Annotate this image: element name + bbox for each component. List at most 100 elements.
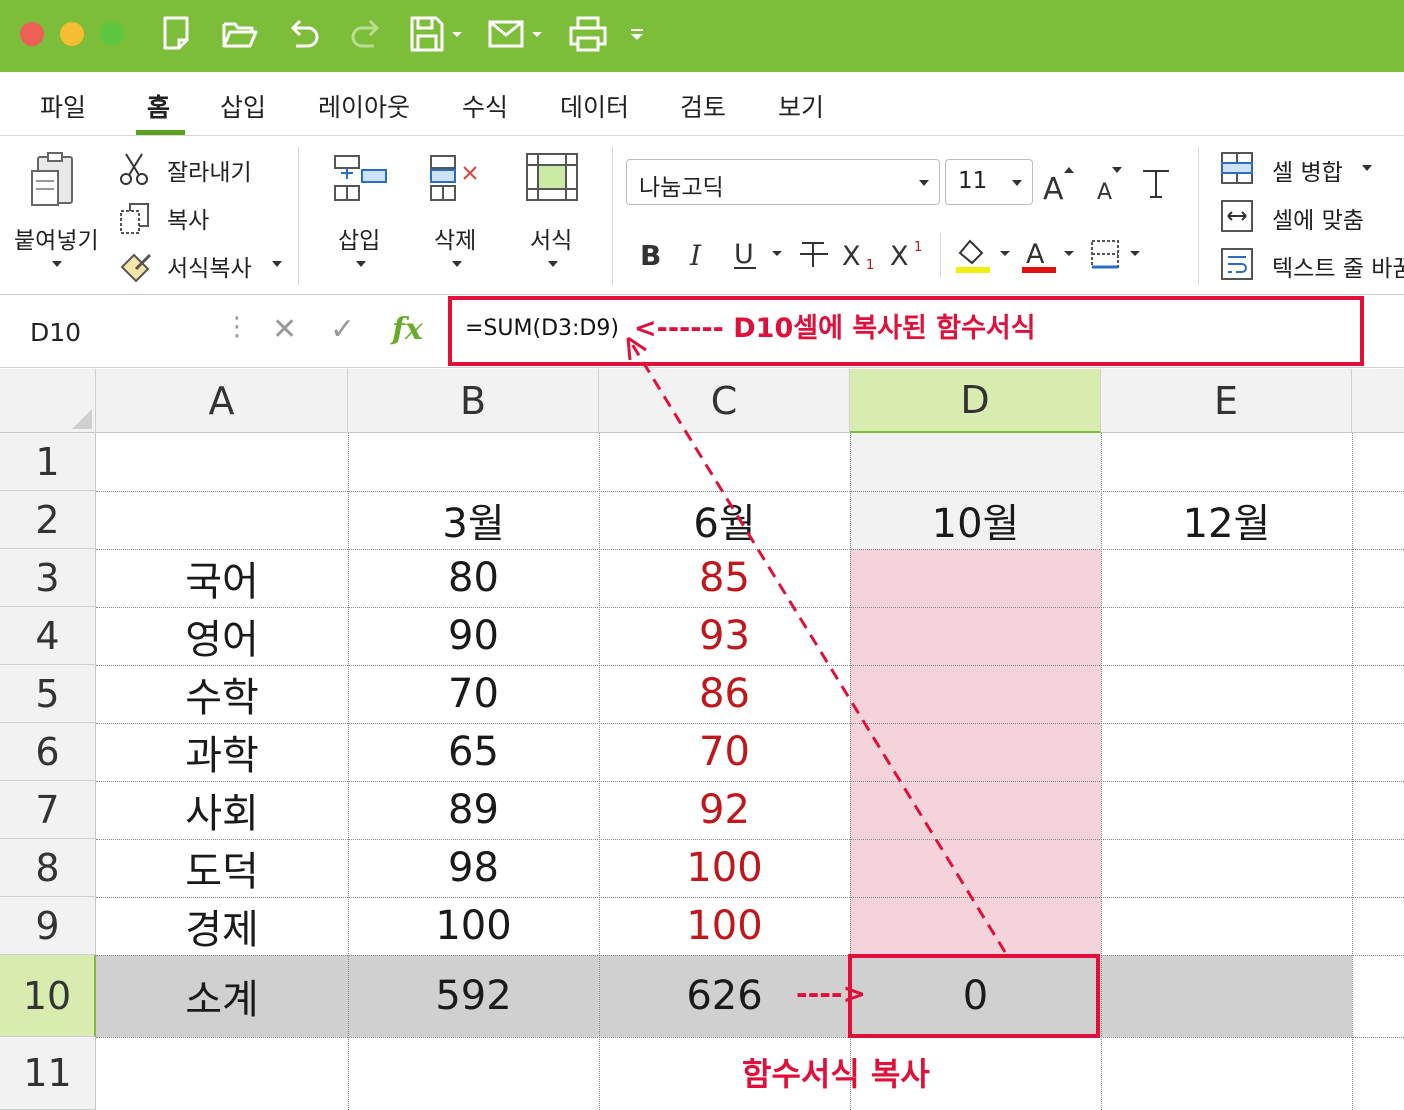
cell-a5[interactable]: 수학 (96, 665, 348, 723)
print-icon[interactable] (568, 14, 608, 54)
borders-icon[interactable] (1090, 237, 1146, 273)
row-header-2[interactable]: 2 (0, 491, 96, 549)
copy-label[interactable]: 복사 (167, 201, 209, 235)
merge-cells-icon[interactable] (1220, 151, 1254, 185)
format-label[interactable]: 서식 (530, 221, 572, 255)
cell-c4[interactable]: 93 (599, 607, 850, 665)
redo-icon[interactable] (346, 14, 386, 54)
cell-b9[interactable]: 100 (348, 897, 599, 955)
save-icon[interactable] (408, 14, 464, 54)
wrap-label[interactable]: 텍스트 줄 바꿈 (1272, 249, 1404, 283)
decrease-font-icon[interactable]: A (1094, 163, 1130, 203)
copy-icon[interactable] (118, 201, 152, 235)
cell-a3[interactable]: 국어 (96, 549, 348, 607)
undo-icon[interactable] (284, 14, 324, 54)
mail-icon[interactable] (488, 14, 548, 54)
column-header-b[interactable]: B (348, 369, 599, 433)
superscript-icon[interactable]: X1 (890, 237, 930, 271)
format-painter-label[interactable]: 서식복사 (167, 249, 252, 283)
new-document-icon[interactable] (160, 14, 196, 54)
cell-a7[interactable]: 사회 (96, 781, 348, 839)
cell-a10[interactable]: 소계 (96, 955, 348, 1037)
subscript-icon[interactable]: X1 (842, 237, 882, 271)
bold-icon[interactable]: B (638, 237, 666, 271)
more-options-icon[interactable]: ⋮ (224, 312, 250, 342)
cut-icon[interactable] (118, 151, 150, 187)
column-header-f[interactable] (1352, 369, 1404, 433)
format-painter-icon[interactable] (118, 249, 154, 283)
cell-b4[interactable]: 90 (348, 607, 599, 665)
select-all-corner[interactable] (0, 369, 96, 433)
cell-c6[interactable]: 70 (599, 723, 850, 781)
cell-d2[interactable]: 10월 (850, 491, 1101, 549)
row-header-7[interactable]: 7 (0, 781, 96, 839)
column-header-a[interactable]: A (96, 369, 348, 433)
cut-label[interactable]: 잘라내기 (167, 153, 252, 187)
name-box[interactable]: D10 (30, 318, 81, 347)
row-header-6[interactable]: 6 (0, 723, 96, 781)
cell-b6[interactable]: 65 (348, 723, 599, 781)
cell-b3[interactable]: 80 (348, 549, 599, 607)
cell-b2[interactable]: 3월 (348, 491, 599, 549)
column-header-e[interactable]: E (1101, 369, 1352, 433)
wrap-text-icon[interactable] (1220, 247, 1254, 281)
tab-formulas[interactable]: 수식 (462, 88, 508, 124)
cell-c3[interactable]: 85 (599, 549, 850, 607)
cell-a9[interactable]: 경제 (96, 897, 348, 955)
italic-icon[interactable]: I (686, 237, 714, 271)
tab-home[interactable]: 홈 (147, 88, 170, 124)
fill-color-icon[interactable] (954, 233, 1014, 277)
row-header-10[interactable]: 10 (0, 955, 96, 1037)
cancel-icon[interactable]: ✕ (272, 312, 297, 347)
row-header-8[interactable]: 8 (0, 839, 96, 897)
format-cells-icon[interactable] (524, 151, 580, 207)
insert-label[interactable]: 삽입 (338, 221, 380, 255)
insert-cells-icon[interactable] (332, 153, 388, 205)
delete-cells-icon[interactable] (428, 153, 484, 205)
close-window-button[interactable] (20, 22, 44, 46)
cell-c9[interactable]: 100 (599, 897, 850, 955)
cell-e2[interactable]: 12월 (1101, 491, 1352, 549)
cell-b10[interactable]: 592 (348, 955, 599, 1037)
font-name-select[interactable]: 나눔고딕 (626, 159, 940, 205)
font-color-icon[interactable]: A (1020, 233, 1080, 277)
row-header-4[interactable]: 4 (0, 607, 96, 665)
open-folder-icon[interactable] (220, 14, 260, 54)
column-header-d[interactable]: D (850, 369, 1101, 433)
cell-c2[interactable]: 6월 (599, 491, 850, 549)
cell-c8[interactable]: 100 (599, 839, 850, 897)
row-header-9[interactable]: 9 (0, 897, 96, 955)
merge-caret[interactable] (1362, 165, 1372, 171)
row-header-1[interactable]: 1 (0, 433, 96, 491)
column-header-c[interactable]: C (599, 369, 850, 433)
paste-icon[interactable] (26, 151, 86, 213)
cell-b8[interactable]: 98 (348, 839, 599, 897)
tab-view[interactable]: 보기 (778, 88, 824, 124)
cell-b5[interactable]: 70 (348, 665, 599, 723)
font-size-select[interactable]: 11 (945, 159, 1033, 205)
more-icon[interactable] (628, 14, 648, 54)
cell-a6[interactable]: 과학 (96, 723, 348, 781)
clear-format-icon[interactable] (1140, 167, 1172, 199)
minimize-window-button[interactable] (60, 22, 84, 46)
tab-review[interactable]: 검토 (680, 88, 726, 124)
cell-c7[interactable]: 92 (599, 781, 850, 839)
tab-insert[interactable]: 삽입 (220, 88, 266, 124)
row-header-5[interactable]: 5 (0, 665, 96, 723)
insert-caret[interactable] (356, 261, 366, 267)
paste-label[interactable]: 붙여넣기 (14, 221, 99, 255)
cell-a4[interactable]: 영어 (96, 607, 348, 665)
confirm-icon[interactable]: ✓ (330, 312, 355, 347)
delete-caret[interactable] (452, 261, 462, 267)
fit-cell-icon[interactable] (1220, 199, 1254, 233)
fit-label[interactable]: 셀에 맞춤 (1272, 201, 1364, 235)
merge-label[interactable]: 셀 병합 (1272, 153, 1343, 187)
tab-file[interactable]: 파일 (40, 88, 86, 124)
format-painter-caret[interactable] (272, 261, 282, 267)
zoom-window-button[interactable] (100, 22, 124, 46)
cell-b7[interactable]: 89 (348, 781, 599, 839)
tab-data[interactable]: 데이터 (560, 88, 629, 124)
cell-a8[interactable]: 도덕 (96, 839, 348, 897)
row-header-11[interactable]: 11 (0, 1037, 96, 1110)
tab-layout[interactable]: 레이아웃 (318, 88, 410, 124)
